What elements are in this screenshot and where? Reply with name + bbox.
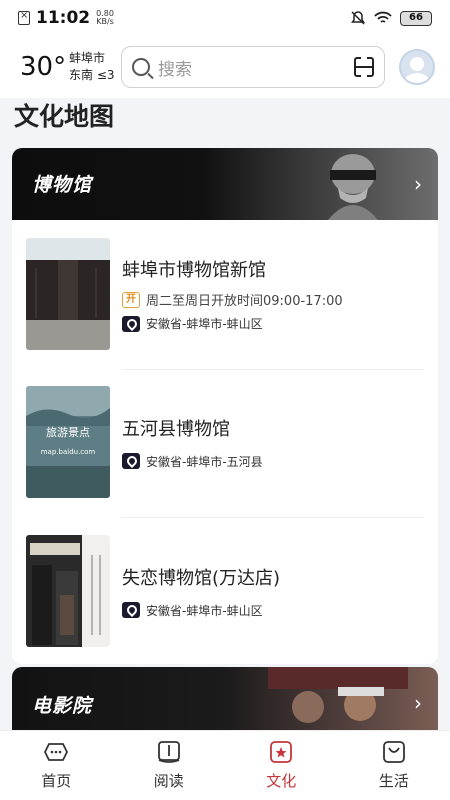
location-pin-icon bbox=[122, 602, 140, 618]
statue-image bbox=[328, 154, 378, 220]
museum-name: 蚌埠市博物馆新馆 bbox=[122, 260, 266, 281]
bottom-nav: 首页 阅读 文化 生活 bbox=[0, 730, 450, 800]
chevron-right-icon[interactable]: › bbox=[414, 172, 422, 196]
museum-thumbnail bbox=[26, 238, 110, 350]
search-icon bbox=[132, 58, 150, 76]
divider bbox=[122, 369, 424, 370]
search-placeholder: 搜索 bbox=[158, 59, 192, 80]
thumb-watermark: 旅游景点 bbox=[46, 425, 90, 439]
museum-name: 失恋博物馆(万达店) bbox=[122, 567, 281, 589]
museum-banner[interactable]: 博物馆 › bbox=[12, 148, 438, 220]
cinema-image bbox=[268, 667, 408, 723]
cinema-section-label: 电影院 bbox=[32, 695, 93, 717]
bag-icon bbox=[382, 741, 405, 763]
wifi-icon bbox=[374, 11, 392, 23]
open-badge-icon: 开 bbox=[122, 291, 140, 308]
thumb-watermark-url: map.baidu.com bbox=[41, 448, 96, 456]
wind-info: 东南 ≤3 bbox=[69, 68, 115, 82]
temperature: 30° bbox=[20, 52, 67, 82]
nav-read[interactable]: 阅读 bbox=[113, 731, 226, 800]
scan-icon[interactable] bbox=[354, 57, 374, 77]
museum-address: 安徽省-蚌埠市-蚌山区 bbox=[122, 315, 343, 332]
search-input[interactable]: 搜索 bbox=[121, 46, 385, 88]
status-time: 11:02 bbox=[36, 8, 91, 28]
museum-address: 安徽省-蚌埠市-蚌山区 bbox=[122, 602, 280, 619]
chevron-right-icon[interactable]: › bbox=[414, 691, 422, 715]
nav-culture[interactable]: 文化 bbox=[225, 731, 338, 800]
museum-name: 五河县博物馆 bbox=[122, 418, 230, 440]
nav-home[interactable]: 首页 bbox=[0, 731, 113, 800]
museum-card: 博物馆 › 蚌埠市博物馆新馆 开 周二至周日开放时间09:00-17:00 安徽… bbox=[12, 148, 438, 664]
divider bbox=[122, 517, 424, 518]
network-speed: 0.80 KB/s bbox=[96, 9, 114, 26]
no-sim-icon bbox=[18, 10, 30, 25]
museum-thumbnail: 旅游景点 map.baidu.com bbox=[26, 386, 110, 498]
cinema-banner[interactable]: 电影院 › bbox=[12, 667, 438, 737]
mute-icon bbox=[351, 11, 365, 25]
battery-indicator: 66 bbox=[400, 10, 432, 26]
museum-section-label: 博物馆 bbox=[32, 174, 93, 196]
culture-icon bbox=[270, 741, 293, 763]
list-item[interactable]: 蚌埠市博物馆新馆 开 周二至周日开放时间09:00-17:00 安徽省-蚌埠市-… bbox=[26, 238, 424, 350]
list-item[interactable]: 失恋博物馆(万达店) 安徽省-蚌埠市-蚌山区 bbox=[26, 535, 424, 647]
nav-life[interactable]: 生活 bbox=[338, 731, 450, 800]
page-title: 文化地图 bbox=[14, 102, 115, 131]
top-header: 30° 蚌埠市 东南 ≤3 搜索 bbox=[0, 36, 450, 98]
museum-thumbnail bbox=[26, 535, 110, 647]
weather-location[interactable]: 蚌埠市 东南 ≤3 bbox=[69, 50, 121, 84]
status-bar: 11:02 0.80 KB/s 66 bbox=[0, 0, 450, 36]
city-name: 蚌埠市 bbox=[69, 51, 106, 65]
avatar[interactable] bbox=[399, 49, 435, 85]
location-pin-icon bbox=[122, 315, 140, 332]
museum-address: 安徽省-蚌埠市-五河县 bbox=[122, 453, 263, 470]
list-item[interactable]: 旅游景点 map.baidu.com 五河县博物馆 安徽省-蚌埠市-五河县 bbox=[26, 386, 424, 498]
location-pin-icon bbox=[122, 453, 140, 469]
book-icon bbox=[157, 741, 180, 763]
home-icon bbox=[44, 743, 69, 761]
opening-hours: 开 周二至周日开放时间09:00-17:00 bbox=[122, 290, 343, 309]
